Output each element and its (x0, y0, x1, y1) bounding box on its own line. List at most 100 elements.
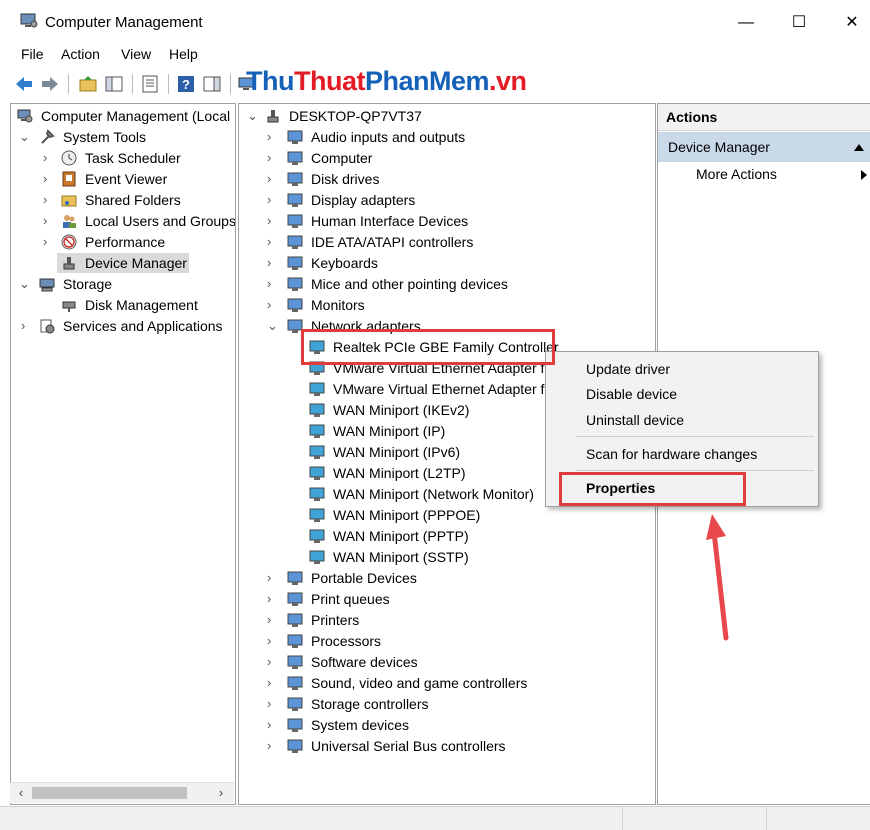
device-item-wan-miniport-pptp[interactable]: WAN Miniport (PPTP) (239, 526, 655, 546)
chevron-right-icon[interactable]: › (43, 169, 53, 189)
chevron-down-icon[interactable]: ⌄ (247, 106, 258, 126)
chevron-right-icon[interactable]: › (267, 211, 277, 231)
device-item-printers[interactable]: › Printers (239, 610, 655, 630)
chevron-right-icon[interactable]: › (267, 694, 277, 714)
chevron-right-icon[interactable]: › (267, 652, 277, 672)
chevron-right-icon[interactable]: › (267, 169, 277, 189)
tree-item-label: Event Viewer (85, 171, 168, 187)
chevron-right-icon[interactable]: › (267, 127, 277, 147)
chevron-right-icon[interactable]: › (267, 568, 277, 588)
tree-item-shared-folders[interactable]: › Shared Folders (11, 190, 235, 210)
show-action-pane-icon[interactable] (202, 74, 222, 94)
menu-item-uninstall-device[interactable]: Uninstall device (586, 412, 684, 428)
device-item-wan-miniport-pppoe[interactable]: WAN Miniport (PPPOE) (239, 505, 655, 525)
device-item-display-adapters[interactable]: › Display adapters (239, 190, 655, 210)
chevron-right-icon[interactable]: › (267, 673, 277, 693)
back-arrow-icon[interactable] (14, 74, 34, 94)
submenu-arrow-icon[interactable] (860, 170, 868, 180)
chevron-right-icon[interactable]: › (43, 211, 53, 231)
chevron-right-icon[interactable]: › (267, 631, 277, 651)
actions-device-manager-section[interactable]: Device Manager (658, 132, 870, 162)
maximize-button[interactable]: ☐ (779, 10, 819, 36)
device-item-human-interface-devices[interactable]: › Human Interface Devices (239, 211, 655, 231)
chevron-right-icon[interactable]: › (267, 190, 277, 210)
device-item-print-queues[interactable]: › Print queues (239, 589, 655, 609)
chevron-right-icon[interactable]: › (267, 148, 277, 168)
device-item-computer[interactable]: › Computer (239, 148, 655, 168)
device-tree-root[interactable]: ⌄ DESKTOP-QP7VT37 (239, 106, 655, 126)
device-item-sound-video-and-game-controllers[interactable]: › Sound, video and game controllers (239, 673, 655, 693)
chevron-right-icon[interactable]: › (267, 736, 277, 756)
menu-view[interactable]: View (121, 46, 151, 62)
storage-icon (39, 278, 55, 292)
tree-item-services-applications[interactable]: › Services and Applications (11, 316, 235, 336)
properties-toolbar-icon[interactable] (140, 74, 160, 94)
device-item-label: Software devices (311, 654, 418, 670)
tree-item-computer-management[interactable]: Computer Management (Local (11, 106, 235, 126)
svg-text:?: ? (182, 77, 190, 92)
chevron-right-icon[interactable]: › (267, 715, 277, 735)
tree-item-disk-management[interactable]: Disk Management (11, 295, 235, 315)
chevron-right-icon[interactable]: › (43, 232, 53, 252)
device-item-keyboards[interactable]: › Keyboards (239, 253, 655, 273)
device-item-disk-drives[interactable]: › Disk drives (239, 169, 655, 189)
device-item-system-devices[interactable]: › System devices (239, 715, 655, 735)
red-arrow-annotation (706, 514, 729, 641)
more-actions-link[interactable]: More Actions (696, 166, 777, 182)
close-button[interactable]: ✕ (832, 10, 870, 36)
device-item-wan-miniport-sstp[interactable]: WAN Miniport (SSTP) (239, 547, 655, 567)
device-item-software-devices[interactable]: › Software devices (239, 652, 655, 672)
device-item-storage-controllers[interactable]: › Storage controllers (239, 694, 655, 714)
shared-folder-icon (61, 195, 77, 207)
chevron-down-icon[interactable]: ⌄ (19, 274, 30, 294)
device-item-ide-ata-atapi-controllers[interactable]: › IDE ATA/ATAPI controllers (239, 232, 655, 252)
tree-item-label: Performance (85, 234, 166, 250)
chevron-right-icon[interactable]: › (267, 610, 277, 630)
menu-help[interactable]: Help (169, 46, 198, 62)
show-hide-tree-icon[interactable] (104, 74, 124, 94)
tree-item-label: Local Users and Groups (85, 213, 236, 229)
chevron-down-icon[interactable]: ⌄ (19, 127, 30, 147)
device-item-label: Computer (311, 150, 373, 166)
chevron-right-icon[interactable]: › (43, 190, 53, 210)
tree-item-device-manager[interactable]: Device Manager (11, 253, 235, 273)
scrollbar-thumb[interactable] (32, 787, 187, 799)
network-adapter-icon (309, 424, 325, 438)
menu-file[interactable]: File (21, 46, 44, 62)
forward-arrow-icon[interactable] (40, 74, 60, 94)
chevron-right-icon[interactable]: › (43, 148, 53, 168)
menu-item-disable-device[interactable]: Disable device (586, 386, 677, 402)
device-item-monitors[interactable]: › Monitors (239, 295, 655, 315)
device-item-audio-inputs-and-outputs[interactable]: › Audio inputs and outputs (239, 127, 655, 147)
scroll-right-icon[interactable]: › (212, 783, 230, 803)
device-item-processors[interactable]: › Processors (239, 631, 655, 651)
tree-item-event-viewer[interactable]: › Event Viewer (11, 169, 235, 189)
menu-item-scan-hardware[interactable]: Scan for hardware changes (586, 446, 757, 462)
chevron-right-icon[interactable]: › (267, 274, 277, 294)
scroll-left-icon[interactable]: ‹ (12, 783, 30, 803)
tree-item-task-scheduler[interactable]: › Task Scheduler (11, 148, 235, 168)
chevron-right-icon[interactable]: › (21, 316, 31, 336)
tree-item-system-tools[interactable]: ⌄ System Tools (11, 127, 235, 147)
menu-item-update-driver[interactable]: Update driver (586, 361, 670, 377)
device-item-label: Printers (311, 612, 360, 628)
tree-item-performance[interactable]: › Performance (11, 232, 235, 252)
chevron-down-icon[interactable]: ⌄ (267, 316, 278, 336)
left-horizontal-scrollbar[interactable]: ‹ › (10, 782, 234, 803)
help-icon[interactable]: ? (176, 74, 196, 94)
chevron-right-icon[interactable]: › (267, 295, 277, 315)
device-item-universal-serial-bus-controllers[interactable]: › Universal Serial Bus controllers (239, 736, 655, 756)
minimize-button[interactable]: — (726, 10, 766, 36)
chevron-right-icon[interactable]: › (267, 232, 277, 252)
up-folder-icon[interactable] (78, 74, 98, 94)
device-item-mice-and-other-pointing-devices[interactable]: › Mice and other pointing devices (239, 274, 655, 294)
menu-action[interactable]: Action (61, 46, 100, 62)
device-item-label: Portable Devices (311, 570, 417, 586)
chevron-right-icon[interactable]: › (267, 253, 277, 273)
chevron-right-icon[interactable]: › (267, 589, 277, 609)
collapse-up-icon[interactable] (854, 143, 864, 151)
tree-item-storage[interactable]: ⌄ Storage (11, 274, 235, 294)
device-item-label: Mice and other pointing devices (311, 276, 508, 292)
device-item-portable-devices[interactable]: › Portable Devices (239, 568, 655, 588)
tree-item-local-users[interactable]: › Local Users and Groups (11, 211, 235, 231)
